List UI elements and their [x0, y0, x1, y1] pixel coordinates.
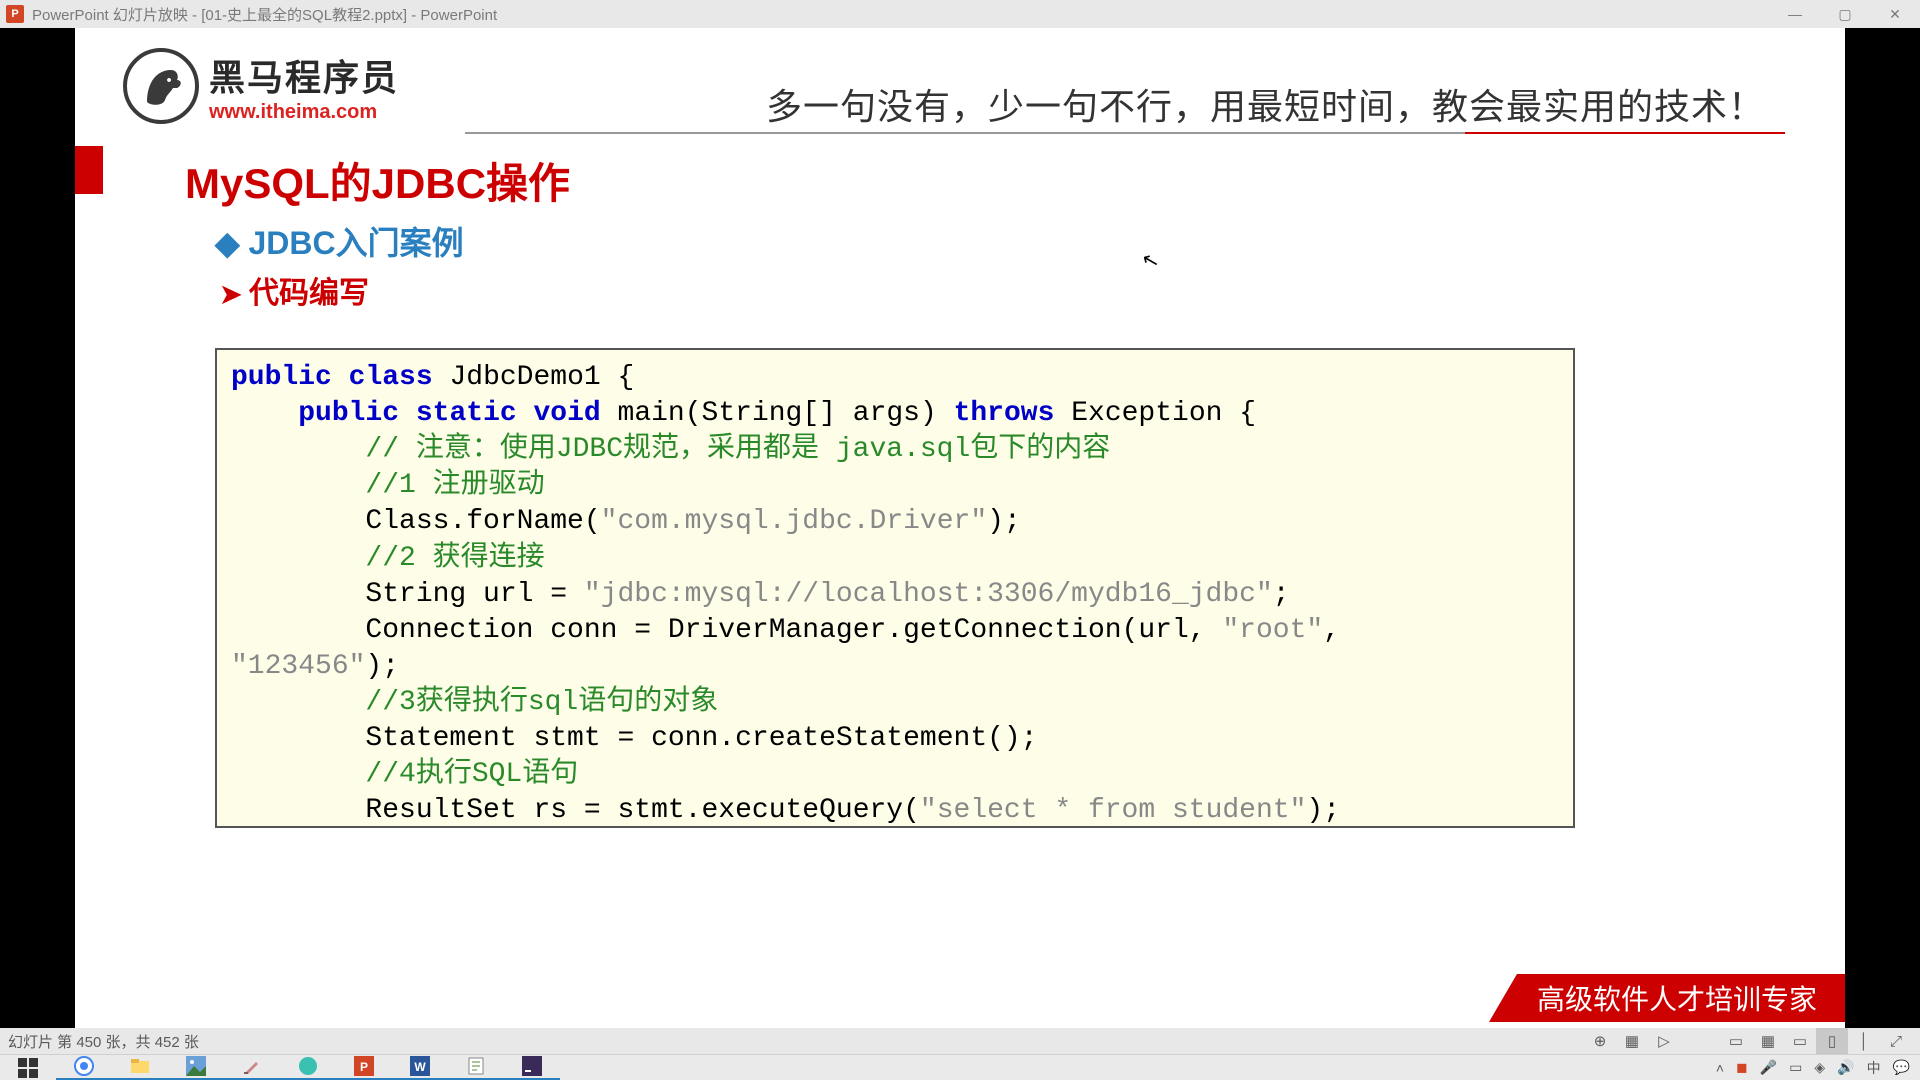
code-text: ); [987, 506, 1021, 537]
code-comment: //1 注册驱动 [365, 470, 544, 501]
fit-button[interactable]: ⤢ [1880, 1028, 1912, 1054]
window-titlebar: P PowerPoint 幻灯片放映 - [01-史上最全的SQL教程2.ppt… [0, 0, 1920, 28]
code-string: "123456" [231, 651, 365, 682]
normal-view-button[interactable]: ▭ [1720, 1028, 1752, 1054]
powerpoint-icon: P [6, 5, 24, 23]
code-text: ); [365, 651, 399, 682]
minimize-button[interactable]: — [1770, 0, 1820, 28]
chrome-icon[interactable] [56, 1055, 112, 1080]
start-button[interactable] [0, 1055, 56, 1080]
code-comment: // 注意：使用JDBC规范，采用都是 java.sql包下的内容 [365, 434, 1110, 465]
image-viewer-icon[interactable] [168, 1055, 224, 1080]
horse-logo-icon [123, 48, 199, 124]
code-text: ); [1306, 795, 1340, 826]
logo-block: 黑马程序员 www.itheima.com [123, 48, 399, 124]
slide-title: MySQL的JDBC操作 [185, 150, 570, 211]
tray-notification-icon[interactable]: 💬 [1893, 1059, 1910, 1076]
paint-icon[interactable] [224, 1055, 280, 1080]
code-kw: void [534, 398, 601, 429]
code-comment: //4执行SQL语句 [365, 759, 578, 790]
intellij-icon[interactable] [504, 1055, 560, 1080]
red-accent-box [75, 146, 103, 194]
tray-battery-icon[interactable]: ▭ [1789, 1059, 1802, 1076]
code-text: , [1323, 615, 1357, 646]
system-tray[interactable]: ˄ ◼ 🎤 ▭ ◈ 🔊 中 💬 [1716, 1058, 1920, 1078]
word-icon[interactable]: W [392, 1055, 448, 1080]
code-kw: class [349, 362, 433, 393]
code-text: Statement stmt = conn.createStatement(); [365, 723, 1037, 754]
code-comment: //2 获得连接 [365, 543, 544, 574]
code-string: "jdbc:mysql://localhost:3306/mydb16_jdbc… [584, 579, 1273, 610]
logo-text-url: www.itheima.com [209, 101, 399, 124]
code-kw: public [298, 398, 399, 429]
sorter-view-button[interactable]: ▦ [1752, 1028, 1784, 1054]
status-bar: 幻灯片 第 450 张，共 452 张 ⊕ ▦ ▷ ▭ ▦ ▭ ▯ │ ⤢ [0, 1028, 1920, 1054]
bullet-jdbc-case: JDBC入门案例 [215, 218, 464, 264]
slide[interactable]: 黑马程序员 www.itheima.com 多一句没有，少一句不行，用最短时间，… [75, 28, 1845, 1028]
cursor-icon: ↖ [1139, 246, 1162, 274]
code-text: String url = [365, 579, 583, 610]
bullet-code-writing: 代码编写 [220, 268, 369, 312]
code-text: ResultSet rs = stmt.executeQuery( [365, 795, 920, 826]
code-kw: throws [954, 398, 1055, 429]
play-icon[interactable]: ▷ [1648, 1028, 1680, 1054]
code-string: "select * from student" [920, 795, 1306, 826]
code-text: main(String[] args) [601, 398, 954, 429]
tray-wifi-icon[interactable]: ◈ [1814, 1059, 1825, 1076]
logo-text-cn: 黑马程序员 [209, 49, 399, 101]
slide-counter: 幻灯片 第 450 张，共 452 张 [8, 1031, 199, 1052]
reading-view-button[interactable]: ▭ [1784, 1028, 1816, 1054]
edge-icon[interactable] [280, 1055, 336, 1080]
code-kw: public [231, 362, 332, 393]
code-box: public class JdbcDemo1 { public static v… [215, 348, 1575, 828]
tray-mic-icon[interactable]: 🎤 [1760, 1059, 1777, 1076]
header-rule [465, 132, 1785, 134]
notepad-icon[interactable] [448, 1055, 504, 1080]
code-text: Exception { [1054, 398, 1256, 429]
window-title: PowerPoint 幻灯片放映 - [01-史上最全的SQL教程2.pptx]… [32, 4, 497, 25]
powerpoint-taskbar-icon[interactable]: P [336, 1055, 392, 1080]
tray-app-icon[interactable]: ◼ [1736, 1059, 1748, 1076]
tray-chevron-icon[interactable]: ˄ [1716, 1060, 1724, 1076]
tagline: 多一句没有，少一句不行，用最短时间，教会最实用的技术！ [766, 78, 1765, 130]
presentation-stage: 黑马程序员 www.itheima.com 多一句没有，少一句不行，用最短时间，… [0, 28, 1920, 1028]
code-text: ; [1273, 579, 1290, 610]
tray-ime-icon[interactable]: 中 [1867, 1058, 1881, 1078]
code-text: JdbcDemo1 { [433, 362, 635, 393]
code-kw: static [416, 398, 517, 429]
code-text: Class.forName( [365, 506, 600, 537]
svg-text:P: P [360, 1060, 368, 1074]
zoom-icon[interactable]: ⊕ [1584, 1028, 1616, 1054]
tray-sound-icon[interactable]: 🔊 [1837, 1059, 1854, 1076]
code-string: "com.mysql.jdbc.Driver" [601, 506, 987, 537]
code-text: Connection conn = DriverManager.getConne… [365, 615, 1222, 646]
file-explorer-icon[interactable] [112, 1055, 168, 1080]
footer-badge: 高级软件人才培训专家 [1489, 974, 1845, 1022]
maximize-button[interactable]: ▢ [1820, 0, 1870, 28]
code-comment: //3获得执行sql语句的对象 [365, 687, 718, 718]
divider: │ [1848, 1028, 1880, 1054]
taskbar: P W ˄ ◼ 🎤 ▭ ◈ 🔊 中 💬 [0, 1054, 1920, 1080]
slideshow-view-button[interactable]: ▯ [1816, 1028, 1848, 1054]
code-string: "root" [1222, 615, 1323, 646]
grid-icon[interactable]: ▦ [1616, 1028, 1648, 1054]
svg-text:W: W [414, 1060, 426, 1074]
close-button[interactable]: ✕ [1870, 0, 1920, 28]
